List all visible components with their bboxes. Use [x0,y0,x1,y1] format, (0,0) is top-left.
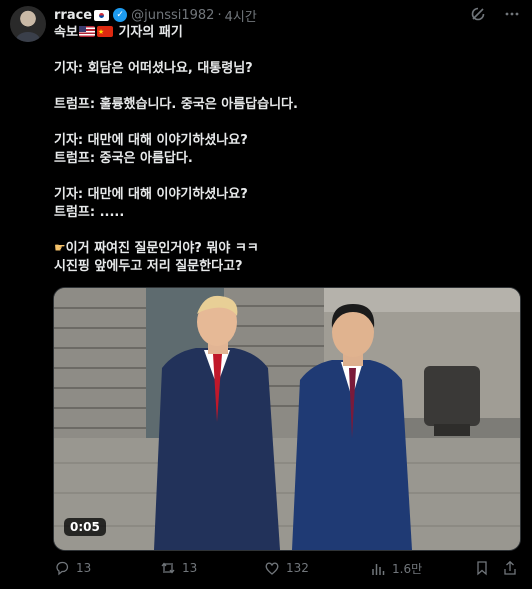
korea-flag-icon [94,9,110,21]
text-line: 트럼프: 중국은 아름답다. [54,151,193,166]
reply-count: 13 [76,561,92,575]
text-line [54,78,514,96]
us-flag-icon [78,26,95,37]
views-count: 1.6만 [392,562,423,576]
repost-count: 13 [182,561,198,575]
text-line: 트럼프: 훌륭했습니다. 중국은 아름답습니다. [54,97,298,112]
time-separator: · [217,7,222,23]
verified-badge-icon: ✓ [113,8,128,22]
more-icon[interactable] [504,6,520,26]
text-line: 시진핑 앞에두고 저리 질문한다고? [54,259,243,274]
text-line: 기자: 회담은 어떠셨나요, 대통령님? [54,61,253,76]
share-icon [504,560,516,575]
repost-icon [161,562,175,574]
text-line [54,168,514,186]
video-player[interactable] [53,287,521,551]
text-line: 트럼프: ..... [54,205,125,220]
author-name[interactable]: rrace [54,8,92,23]
bookmark-icon [477,561,487,576]
repost-button[interactable]: 13 [160,560,197,576]
text-line [54,42,514,60]
like-icon [265,562,279,575]
text-line: ☛이거 짜여진 질문인거야? 뭐야 ㅋㅋ [54,241,259,256]
china-flag-icon [96,23,113,41]
text-line: 속보 기자의 패기 [54,23,514,42]
text-line: 기자: 대만에 대해 이야기하셨나요? [54,133,248,148]
tweet-text: 속보 기자의 패기 기자: 회담은 어떠셨나요, 대통령님? 트럼프: 훌륭했습… [54,23,514,276]
reply-icon [56,561,69,576]
text-line: 기자: 대만에 대해 이야기하셨나요? [54,187,248,202]
author-handle[interactable]: @junssi1982 [131,8,214,23]
top-right-icons [470,6,520,26]
views-button[interactable]: 1.6만 [370,560,422,577]
share-button[interactable] [502,560,518,576]
author-avatar[interactable] [10,6,46,42]
text-line [54,222,514,240]
video-duration: 0:05 [64,518,106,536]
like-count: 132 [286,561,309,575]
views-icon [372,563,385,575]
tweet-actions: 13 13 132 1.6만 [54,560,520,580]
grok-icon[interactable] [470,6,486,26]
tweet-header: rrace ✓ @junssi1982 · 4시간 [54,6,257,25]
text-line [54,114,514,132]
video-frame [54,288,520,550]
bookmark-button[interactable] [474,560,490,576]
reply-button[interactable]: 13 [54,560,91,576]
pointing-hand-icon: ☛ [54,241,66,256]
like-button[interactable]: 132 [264,560,309,576]
tweet-time[interactable]: 4시간 [225,6,257,25]
